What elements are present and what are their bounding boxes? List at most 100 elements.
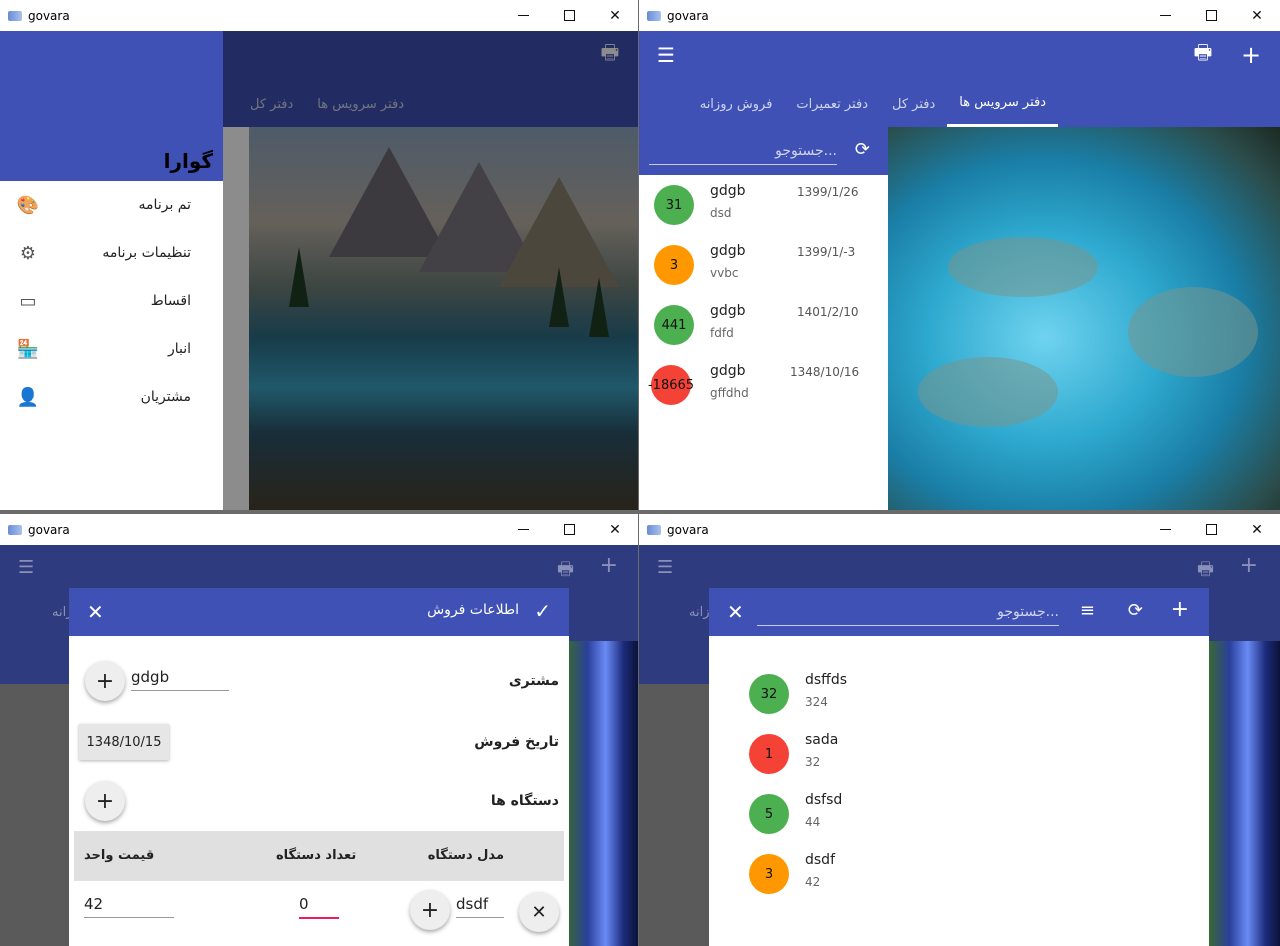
drawer-item-customers[interactable]: 👤 مشتریان bbox=[0, 373, 223, 421]
window-title: govara bbox=[28, 8, 70, 23]
store-icon: 🏪 bbox=[16, 338, 40, 360]
list-item[interactable]: 441 gdgb fdfd 1401/2/10 bbox=[639, 295, 888, 355]
drawer-item-label: تم برنامه bbox=[138, 197, 191, 213]
person-icon: 👤 bbox=[16, 386, 40, 408]
drawer-item-warehouse[interactable]: 🏪 انبار bbox=[0, 325, 223, 373]
list-item[interactable]: 31 gdgb dsd 1399/1/26 bbox=[639, 175, 888, 235]
title-bar: govara ✕ bbox=[0, 0, 638, 31]
add-icon[interactable]: + bbox=[1240, 553, 1258, 578]
menu-icon[interactable]: ☰ bbox=[648, 41, 684, 69]
list-item[interactable]: 3 gdgb vvbc 1399/1/-3 bbox=[639, 235, 888, 295]
quantity-field[interactable]: 0 bbox=[299, 895, 339, 919]
window-title: govara bbox=[28, 522, 70, 537]
item-date: 1399/1/26 bbox=[797, 185, 859, 199]
search-bar: ⟳ bbox=[639, 127, 888, 175]
drawer-item-installments[interactable]: ▭ اقساط bbox=[0, 277, 223, 325]
close-button[interactable]: ✕ bbox=[1234, 0, 1280, 31]
item-sub: fdfd bbox=[710, 326, 734, 340]
sale-date-label: تاریخ فروش bbox=[474, 734, 559, 750]
add-icon[interactable]: + bbox=[1171, 597, 1189, 622]
item-date: 1348/10/16 bbox=[790, 365, 860, 379]
close-button[interactable]: ✕ bbox=[1234, 514, 1280, 545]
window-device-picker: govara ✕ ☰ 🖶 + زانه ✕ ≡ ⟳ + 32 dsffds 32… bbox=[639, 514, 1280, 946]
dialog-header: ✕ ≡ ⟳ + bbox=[709, 588, 1209, 636]
print-icon[interactable]: 🖶 bbox=[557, 557, 574, 587]
sale-date-button[interactable]: 1348/10/15 bbox=[79, 724, 169, 760]
drawer-title: گوارا bbox=[163, 149, 213, 173]
item-date: 1399/1/-3 bbox=[797, 245, 856, 259]
item-sub: 42 bbox=[805, 875, 821, 889]
item-sub: 324 bbox=[805, 695, 828, 709]
maximize-button[interactable] bbox=[546, 514, 592, 545]
list-item[interactable]: 3 dsdf 42 bbox=[709, 844, 1209, 904]
tab-service-book[interactable]: دفتر سرویس ها bbox=[947, 81, 1058, 127]
refresh-icon[interactable]: ⟳ bbox=[1128, 600, 1143, 621]
minimize-button[interactable] bbox=[1142, 514, 1188, 545]
minimize-button[interactable] bbox=[500, 514, 546, 545]
count-badge: 3 bbox=[654, 245, 694, 285]
window-title: govara bbox=[667, 8, 709, 23]
list-item[interactable]: 1 sada 32 bbox=[709, 724, 1209, 784]
print-icon[interactable]: 🖶 bbox=[1185, 40, 1221, 69]
remove-row-button[interactable]: ✕ bbox=[519, 892, 559, 932]
customer-field[interactable]: gdgb bbox=[131, 668, 229, 691]
background-image bbox=[888, 127, 1280, 510]
drawer-item-label: تنظیمات برنامه bbox=[102, 245, 191, 261]
refresh-icon[interactable]: ⟳ bbox=[855, 139, 870, 160]
window-sale-info: govara ✕ ☰ 🖶 + زانه ✕ اطلاعات فروش ✓ + g… bbox=[0, 514, 638, 946]
unit-price-field[interactable]: 42 bbox=[84, 895, 174, 918]
list-item[interactable]: 32 dsffds 324 bbox=[709, 664, 1209, 724]
column-header: مدل دستگاه bbox=[427, 848, 504, 863]
nav-drawer: گوارا 🎨 تم برنامه ⚙ تنظیمات برنامه ▭ اقس… bbox=[0, 31, 223, 510]
minimize-button[interactable] bbox=[1142, 0, 1188, 31]
devices-table-header: مدل دستگاه تعداد دستگاه قیمت واحد bbox=[74, 831, 564, 881]
item-sub: gffdhd bbox=[710, 386, 749, 400]
count-badge: 5 bbox=[749, 794, 789, 834]
drawer-item-label: انبار bbox=[167, 341, 191, 357]
count-badge: 1 bbox=[749, 734, 789, 774]
menu-icon[interactable]: ☰ bbox=[18, 557, 34, 578]
close-button[interactable]: ✕ bbox=[592, 0, 638, 31]
item-name: gdgb bbox=[710, 363, 746, 379]
item-name: gdgb bbox=[710, 243, 746, 259]
drawer-item-theme[interactable]: 🎨 تم برنامه bbox=[0, 181, 223, 229]
tab-daily-sales[interactable]: زانه bbox=[689, 605, 709, 620]
close-icon[interactable]: ✕ bbox=[87, 600, 104, 624]
tab-repairs-book[interactable]: دفتر تعمیرات bbox=[784, 81, 880, 127]
count-badge: 3 bbox=[749, 854, 789, 894]
add-icon[interactable]: + bbox=[1233, 41, 1269, 69]
count-badge: 441 bbox=[654, 305, 694, 345]
add-customer-button[interactable]: + bbox=[85, 661, 125, 701]
search-input[interactable] bbox=[649, 137, 837, 165]
menu-icon[interactable]: ☰ bbox=[657, 557, 673, 578]
item-sub: 44 bbox=[805, 815, 821, 829]
drawer-item-label: مشتریان bbox=[140, 389, 191, 405]
sale-info-dialog: ✕ اطلاعات فروش ✓ + gdgb مشتری 1348/10/15… bbox=[69, 588, 569, 946]
add-device-button[interactable]: + bbox=[85, 781, 125, 821]
check-icon[interactable]: ✓ bbox=[534, 599, 551, 623]
palette-icon: 🎨 bbox=[16, 194, 40, 216]
dialog-title: اطلاعات فروش bbox=[427, 602, 519, 618]
count-badge: -18665 bbox=[648, 365, 694, 405]
tab-daily-sales[interactable]: فروش روزانه bbox=[688, 81, 785, 127]
add-icon[interactable]: + bbox=[600, 553, 618, 578]
drawer-item-settings[interactable]: ⚙ تنظیمات برنامه bbox=[0, 229, 223, 277]
filter-icon[interactable]: ≡ bbox=[1080, 600, 1095, 621]
list-item[interactable]: 5 dsfsd 44 bbox=[709, 784, 1209, 844]
close-button[interactable]: ✕ bbox=[592, 514, 638, 545]
minimize-button[interactable] bbox=[500, 0, 546, 31]
maximize-button[interactable] bbox=[546, 0, 592, 31]
window-service-book: govara ✕ ☰ 🖶 + دفتر سرویس ها دفتر کل دفت… bbox=[639, 0, 1280, 510]
maximize-button[interactable] bbox=[1188, 514, 1234, 545]
device-model-field[interactable]: dsdf bbox=[456, 895, 504, 918]
search-input[interactable] bbox=[757, 598, 1059, 626]
count-badge: 32 bbox=[749, 674, 789, 714]
tab-general-ledger[interactable]: دفتر کل bbox=[880, 81, 947, 127]
maximize-button[interactable] bbox=[1188, 0, 1234, 31]
app-icon bbox=[8, 10, 22, 21]
add-model-button[interactable]: + bbox=[410, 890, 450, 930]
close-icon[interactable]: ✕ bbox=[727, 600, 744, 624]
print-icon[interactable]: 🖶 bbox=[1197, 557, 1214, 587]
title-bar: govara ✕ bbox=[639, 514, 1280, 545]
list-item[interactable]: -18665 gdgb gffdhd 1348/10/16 bbox=[639, 355, 888, 415]
